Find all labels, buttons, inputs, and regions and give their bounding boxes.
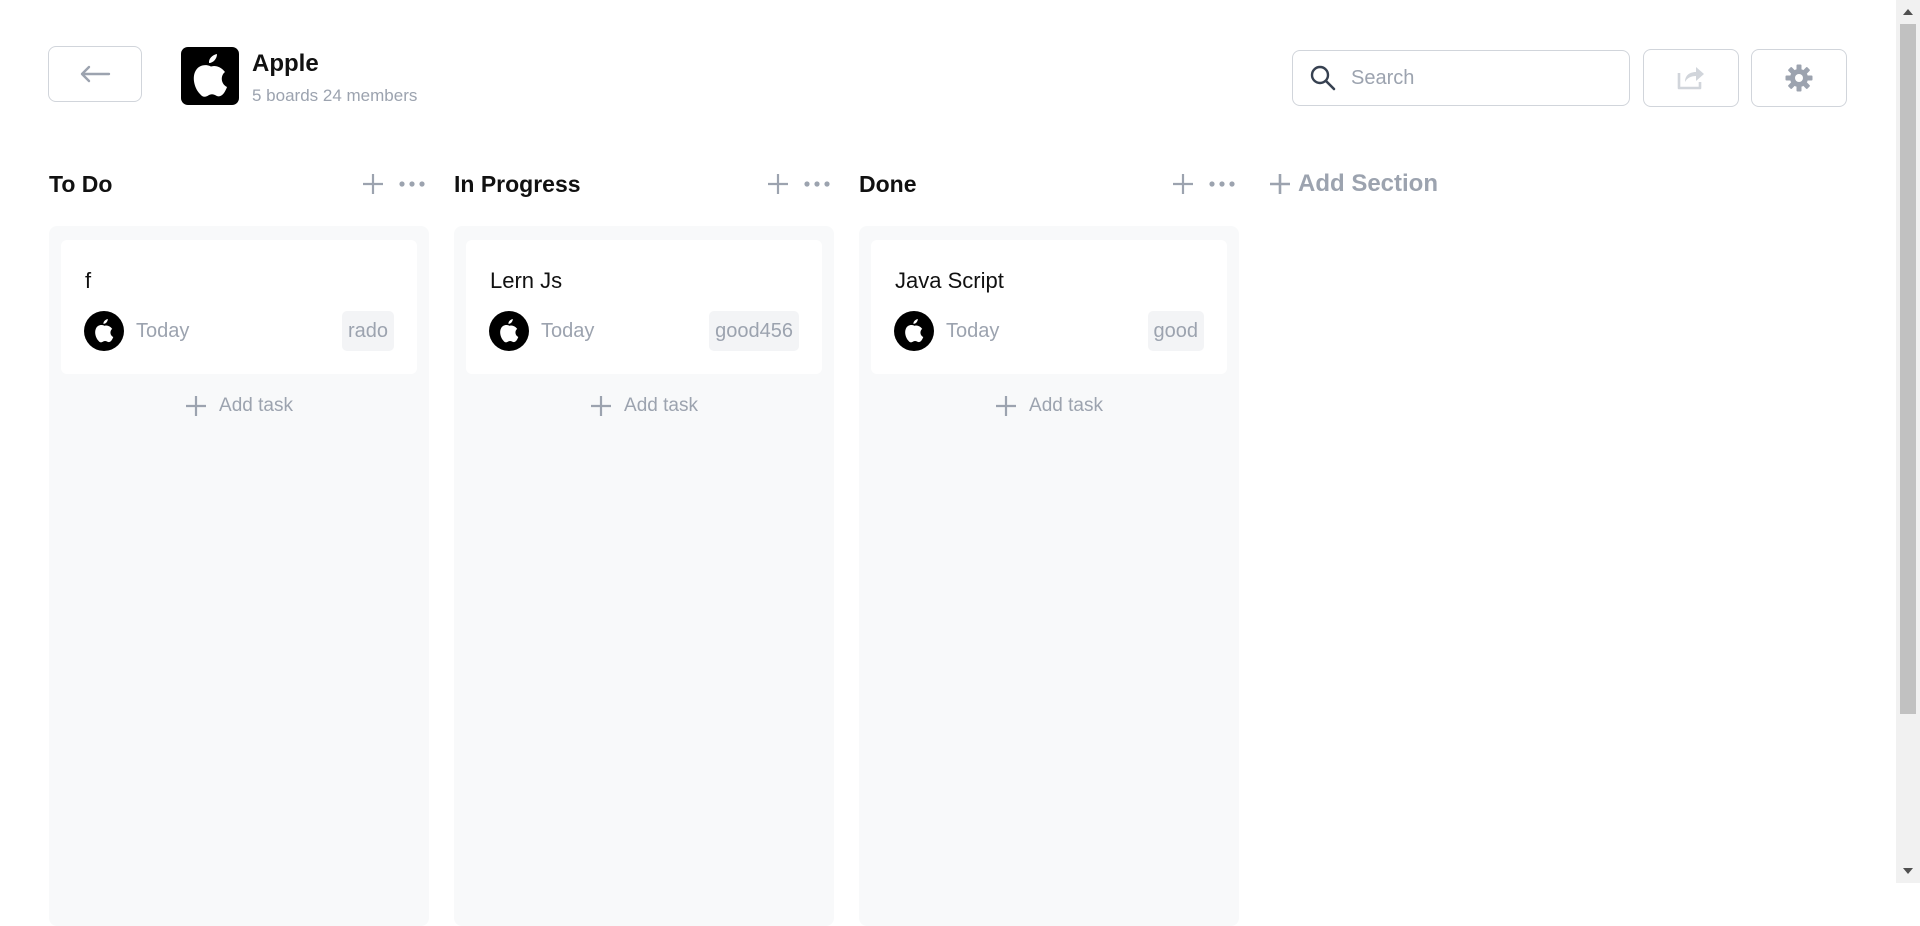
- plus-icon: [591, 396, 612, 416]
- apple-logo-icon: [95, 319, 114, 343]
- vertical-scrollbar[interactable]: [1896, 0, 1920, 883]
- gear-icon: [1785, 64, 1813, 92]
- avatar: [84, 311, 124, 351]
- search-icon: [1310, 65, 1336, 91]
- section-title: In Progress: [454, 170, 581, 197]
- task-title: Lern Js: [490, 268, 563, 293]
- back-button[interactable]: [48, 46, 142, 102]
- add-task-button[interactable]: Add task: [49, 386, 429, 426]
- plus-icon: [996, 396, 1017, 416]
- plus-icon: [363, 174, 383, 194]
- section-header: Done: [859, 160, 1239, 208]
- scroll-thumb[interactable]: [1900, 24, 1916, 714]
- task-tag: good: [1147, 311, 1204, 351]
- workspace-meta: 5 boards 24 members: [252, 86, 418, 105]
- task-card[interactable]: Java Script Today good: [871, 240, 1227, 374]
- section-done: Done Java Script Today good Add task: [859, 160, 1239, 926]
- task-date: Today: [136, 320, 190, 342]
- section-more-button[interactable]: [1205, 170, 1239, 198]
- task-date: Today: [946, 320, 1000, 342]
- section-more-button[interactable]: [395, 170, 429, 198]
- search-box[interactable]: [1292, 50, 1630, 106]
- more-horizontal-icon: [804, 181, 830, 187]
- section-title: To Do: [49, 170, 113, 197]
- share-button[interactable]: [1643, 49, 1739, 107]
- workspace-logo: [181, 47, 239, 105]
- more-horizontal-icon: [1209, 181, 1235, 187]
- add-task-label: Add task: [624, 395, 698, 416]
- avatar: [489, 311, 529, 351]
- more-horizontal-icon: [399, 181, 425, 187]
- workspace-name: Apple: [252, 50, 319, 77]
- section-more-button[interactable]: [800, 170, 834, 198]
- add-task-label: Add task: [219, 395, 293, 416]
- add-task-button[interactable]: Add task: [454, 386, 834, 426]
- task-card[interactable]: f Today rado: [61, 240, 417, 374]
- add-task-plus-button[interactable]: [764, 170, 792, 198]
- avatar: [894, 311, 934, 351]
- task-tag: good456: [709, 311, 799, 351]
- task-card[interactable]: Lern Js Today good456: [466, 240, 822, 374]
- add-section-label: Add Section: [1298, 170, 1439, 197]
- apple-logo-icon: [905, 319, 924, 343]
- section-to-do: To Do f Today rado Add task: [49, 160, 429, 926]
- scroll-up-button[interactable]: [1896, 0, 1920, 24]
- add-section-button[interactable]: Add Section: [1268, 168, 1438, 200]
- task-date: Today: [541, 320, 595, 342]
- section-body: f Today rado Add task: [49, 226, 429, 926]
- plus-icon: [1173, 174, 1193, 194]
- section-body: Lern Js Today good456 Add task: [454, 226, 834, 926]
- apple-logo-icon: [500, 319, 519, 343]
- caret-up-icon: [1903, 9, 1913, 15]
- search-input[interactable]: [1349, 65, 1603, 91]
- arrow-left-icon: [80, 65, 111, 83]
- add-task-plus-button[interactable]: [359, 170, 387, 198]
- task-title: Java Script: [895, 268, 1004, 293]
- scroll-down-button[interactable]: [1896, 859, 1920, 883]
- plus-icon: [768, 174, 788, 194]
- settings-button[interactable]: [1751, 49, 1847, 107]
- section-title: Done: [859, 170, 917, 197]
- add-task-label: Add task: [1029, 395, 1103, 416]
- section-header: To Do: [49, 160, 429, 208]
- task-title: f: [85, 268, 92, 293]
- plus-icon: [1270, 174, 1290, 194]
- plus-icon: [186, 396, 207, 416]
- add-task-plus-button[interactable]: [1169, 170, 1197, 198]
- task-tag: rado: [341, 311, 394, 351]
- apple-logo-icon: [193, 54, 227, 97]
- caret-down-icon: [1903, 868, 1913, 874]
- section-in-progress: In Progress Lern Js Today good456 Add ta…: [454, 160, 834, 926]
- share-icon: [1677, 67, 1704, 90]
- add-task-button[interactable]: Add task: [859, 386, 1239, 426]
- section-header: In Progress: [454, 160, 834, 208]
- section-body: Java Script Today good Add task: [859, 226, 1239, 926]
